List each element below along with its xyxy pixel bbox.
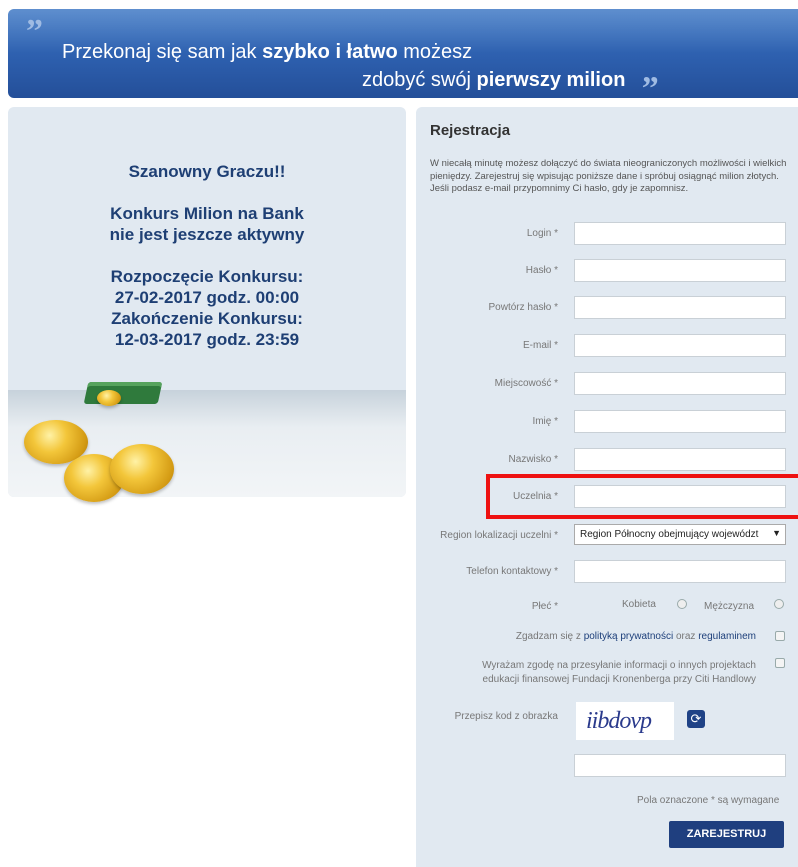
marketing-line-2: edukacji finansowej Fundacji Kronenberga… <box>482 674 756 685</box>
marketing-checkbox[interactable] <box>775 658 785 668</box>
email-label: E-mail * <box>522 340 558 351</box>
region-label: Region lokalizacji uczelni * <box>440 530 558 541</box>
login-label: Login * <box>526 228 558 239</box>
promo-banner: ” Przekonaj się sam jak szybko i łatwo m… <box>8 9 798 98</box>
registration-title: Rejestracja <box>430 122 511 139</box>
city-field[interactable] <box>574 372 786 395</box>
coin-icon <box>97 390 121 406</box>
quote-close-icon: „ <box>642 53 659 90</box>
phone-field[interactable] <box>574 560 786 583</box>
start-value: 27-02-2017 godz. 00:00 <box>114 288 300 307</box>
terms-consent-text: Zgadzam się z polityką prywatności oraz … <box>516 630 756 644</box>
banner-line-1: Przekonaj się sam jak szybko i łatwo moż… <box>62 41 472 64</box>
gender-female-label: Kobieta <box>622 599 656 610</box>
captcha-label: Przepisz kod z obrazka <box>454 711 558 722</box>
greeting: Szanowny Graczu!! <box>128 162 286 181</box>
contest-notice: Szanowny Graczu!! Konkurs Milion na Bank… <box>8 161 406 350</box>
terms-link[interactable]: regulaminem <box>698 631 756 642</box>
banner-line1-bold: szybko i łatwo <box>262 41 398 63</box>
banner-line2-pre: zdobyć swój <box>362 69 477 91</box>
captcha-image: iibdovp <box>576 702 674 740</box>
email-field[interactable] <box>574 334 786 357</box>
dropdown-arrow-icon: ▼ <box>772 528 781 538</box>
money-stack-icon <box>83 382 163 404</box>
region-select[interactable]: Region Północny obejmujący województ ▼ <box>574 524 786 545</box>
banner-line1-pre: Przekonaj się sam jak <box>62 41 263 63</box>
privacy-policy-link[interactable]: polityką prywatności <box>584 631 673 642</box>
phone-label: Telefon kontaktowy * <box>466 566 558 577</box>
refresh-captcha-icon[interactable]: ⟳ <box>687 710 705 728</box>
terms-pre: Zgadzam się z <box>515 631 584 642</box>
status-line-1: Konkurs Milion na Bank <box>110 204 304 223</box>
coin-icon <box>110 444 174 494</box>
region-select-value: Region Północny obejmujący województ <box>580 529 759 540</box>
marketing-line-1: Wyrażam zgodę na przesyłanie informacji … <box>482 660 756 671</box>
quote-open-icon: ” <box>26 13 43 50</box>
login-field[interactable] <box>574 222 786 245</box>
start-label: Rozpoczęcie Konkursu: <box>110 267 304 286</box>
repeat-password-field[interactable] <box>574 296 786 319</box>
repeat-password-label: Powtórz hasło * <box>488 302 558 313</box>
gender-female-radio[interactable] <box>677 599 687 609</box>
terms-mid: oraz <box>673 631 699 642</box>
first-name-field[interactable] <box>574 410 786 433</box>
end-label: Zakończenie Konkursu: <box>111 309 303 328</box>
terms-checkbox[interactable] <box>775 631 785 641</box>
password-field[interactable] <box>574 259 786 282</box>
required-note: Pola oznaczone * są wymagane <box>637 795 780 806</box>
registration-intro: W niecałą minutę możesz dołączyć do świa… <box>430 158 787 194</box>
gender-male-label: Mężczyzna <box>704 601 755 612</box>
gender-male-radio[interactable] <box>774 599 784 609</box>
highlight-box <box>486 474 798 519</box>
banner-line-2: zdobyć swój pierwszy milion <box>362 69 625 92</box>
first-name-label: Imię * <box>532 416 558 427</box>
captcha-input[interactable] <box>574 754 786 777</box>
last-name-field[interactable] <box>574 448 786 471</box>
banner-line2-bold: pierwszy milion <box>476 69 626 91</box>
last-name-label: Nazwisko * <box>508 454 558 465</box>
marketing-consent-text: Wyrażam zgodę na przesyłanie informacji … <box>482 659 756 687</box>
password-label: Hasło * <box>525 265 558 276</box>
register-button[interactable]: ZAREJESTRUJ <box>669 821 784 848</box>
city-label: Miejscowość * <box>494 378 558 389</box>
gender-label: Płeć * <box>531 601 558 612</box>
banner-line1-post: możesz <box>397 41 473 63</box>
end-value: 12-03-2017 godz. 23:59 <box>114 330 300 349</box>
status-line-2: nie jest jeszcze aktywny <box>109 225 305 244</box>
